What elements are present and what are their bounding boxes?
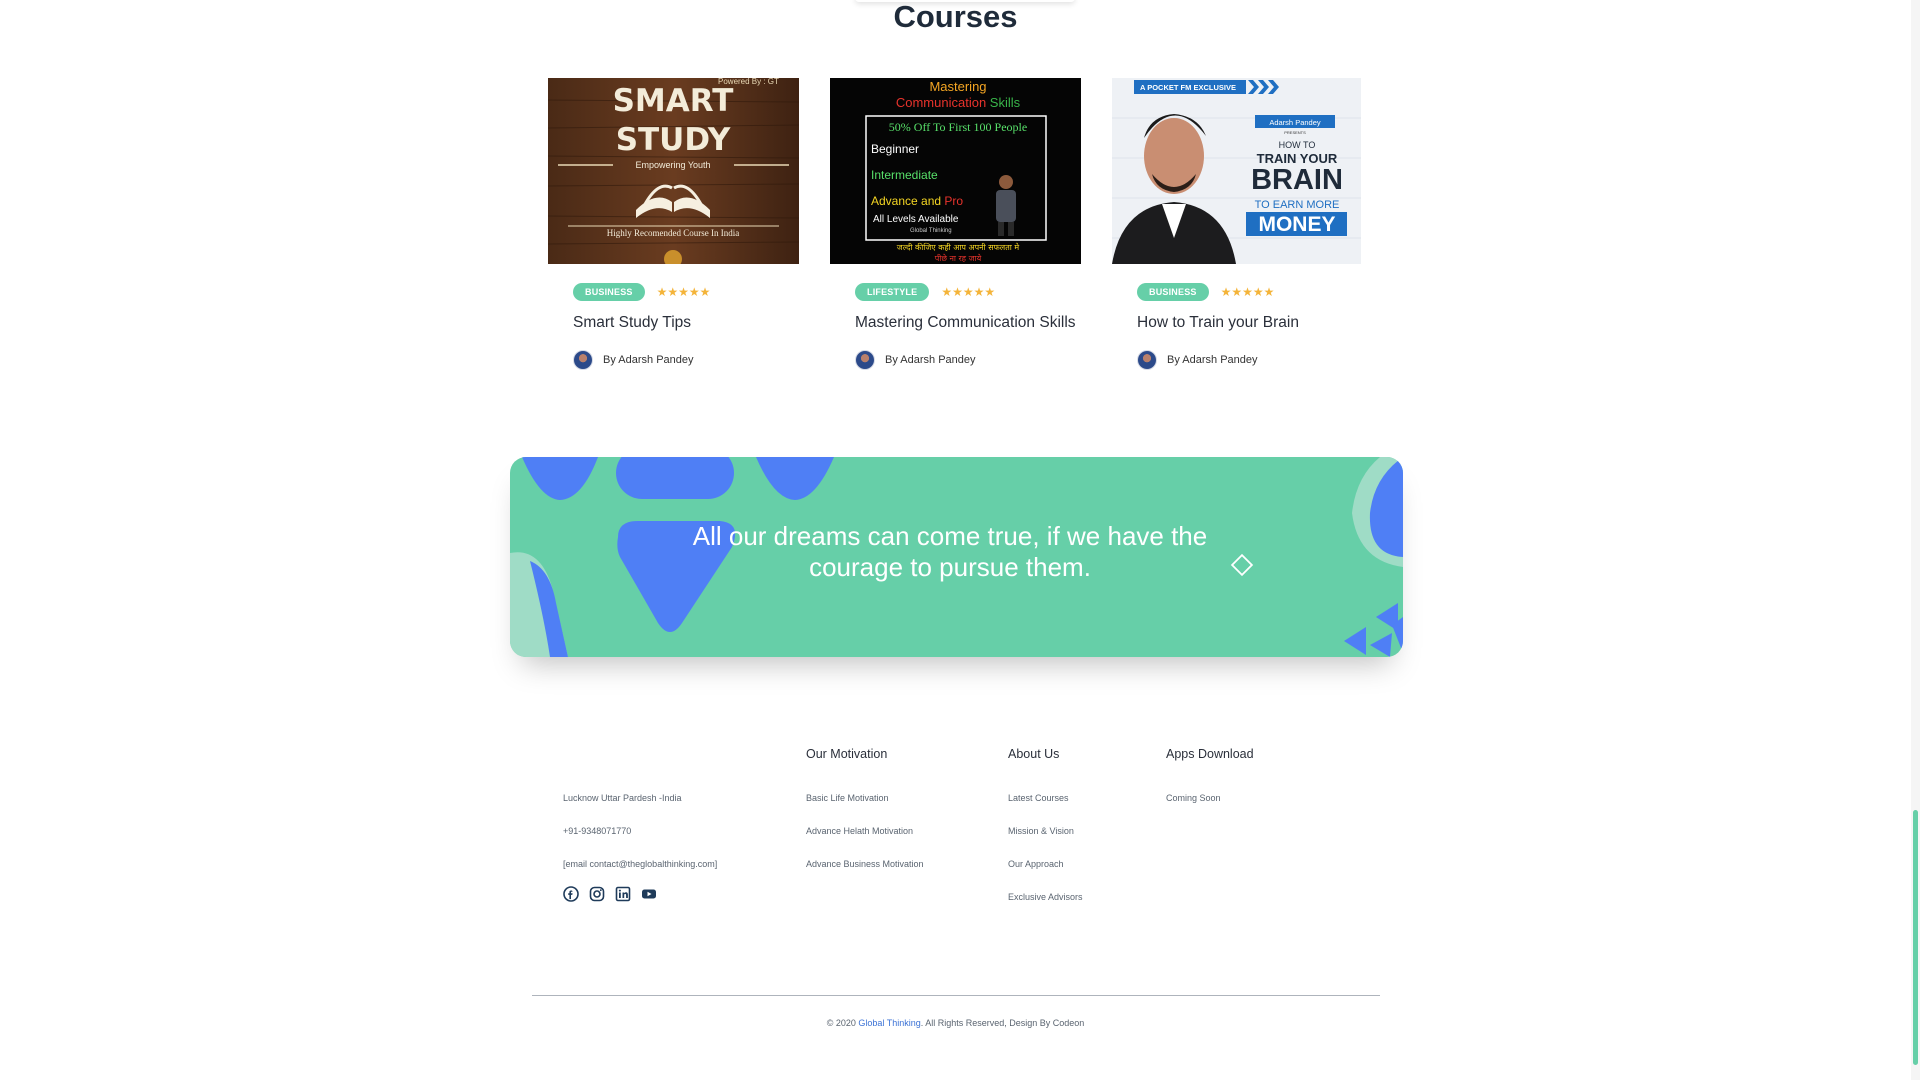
thumb-exclusive: A POCKET FM EXCLUSIVE [1140, 83, 1236, 92]
thumb-level-4: All Levels Available [873, 214, 959, 225]
social-links [563, 886, 717, 902]
thumb-level-2: Intermediate [871, 168, 938, 182]
course-title[interactable]: How to Train your Brain [1137, 314, 1299, 332]
course-author: By Adarsh Pandey [855, 350, 976, 370]
course-card[interactable]: A POCKET FM EXCLUSIVE Adarsh Pandey PRES… [1112, 78, 1364, 378]
footer-column-about: About Us Latest Courses Mission & Vision… [1008, 740, 1083, 914]
thumb-headline-1: SMART [613, 83, 734, 119]
footer-link[interactable]: Coming Soon [1166, 782, 1254, 815]
thumb-headline-2: STUDY [616, 122, 731, 158]
footer-link[interactable]: Mission & Vision [1008, 815, 1083, 848]
course-thumbnail-brain[interactable]: A POCKET FM EXCLUSIVE Adarsh Pandey PRES… [1112, 78, 1361, 264]
footer-divider [532, 995, 1380, 996]
svg-text:Communication Skills: Communication Skills [896, 95, 1021, 110]
thumb-level-3b: Pro [944, 194, 963, 208]
thumb-earn: TO EARN MORE [1255, 199, 1340, 211]
footer-phone[interactable]: +91-9348071770 [563, 815, 717, 848]
course-card[interactable]: Mastering Communication Skills 50% Off T… [830, 78, 1082, 378]
course-thumbnail-communication[interactable]: Mastering Communication Skills 50% Off T… [830, 78, 1081, 264]
footer-link[interactable]: Basic Life Motivation [806, 782, 924, 815]
course-title[interactable]: Smart Study Tips [573, 314, 691, 332]
thumb-head-1: Mastering [929, 79, 986, 94]
footer-link[interactable]: Our Approach [1008, 848, 1083, 881]
avatar [573, 350, 593, 370]
footer-link[interactable]: Latest Courses [1008, 782, 1083, 815]
thumb-brain: BRAIN [1251, 164, 1343, 196]
footer-address: Lucknow Uttar Pardesh -India [563, 793, 682, 803]
thumb-level-1: Beginner [871, 142, 919, 156]
instagram-icon[interactable] [589, 886, 605, 902]
rating-stars: ★★★★★ [656, 285, 711, 299]
course-thumbnail-smart-study[interactable]: Powered By : GT SMART STUDY Empowering Y… [548, 78, 799, 264]
footer-heading: Apps Download [1166, 747, 1254, 761]
avatar [855, 350, 875, 370]
footer-contact: Lucknow Uttar Pardesh -India +91-9348071… [563, 782, 717, 902]
section-title: Courses [893, 0, 1018, 34]
author-name: By Adarsh Pandey [1167, 354, 1258, 366]
author-name: By Adarsh Pandey [885, 354, 976, 366]
thumb-howto: HOW TO [1279, 140, 1316, 150]
copyright: © 2020 Global Thinking. All Rights Reser… [0, 1018, 1911, 1028]
footer-link[interactable]: Advance Business Motivation [806, 848, 924, 881]
footer: Lucknow Uttar Pardesh -India +91-9348071… [0, 740, 1920, 1060]
copyright-suffix: . All Rights Reserved, Design By Codeon [920, 1018, 1085, 1028]
linkedin-icon[interactable] [615, 886, 631, 902]
course-author: By Adarsh Pandey [1137, 350, 1258, 370]
facebook-icon[interactable] [563, 886, 579, 902]
thumb-name: Adarsh Pandey [1269, 118, 1321, 127]
footer-column-motivation: Our Motivation Basic Life Motivation Adv… [806, 740, 924, 881]
thumb-level-3a: Advance and [871, 194, 944, 208]
quote-banner: All our dreams can come true, if we have… [510, 457, 1403, 657]
rating-stars: ★★★★★ [1220, 285, 1275, 299]
svg-text:Advance and Pro: Advance and Pro [871, 194, 963, 208]
footer-link[interactable]: Exclusive Advisors [1008, 881, 1083, 914]
footer-heading: Our Motivation [806, 747, 888, 761]
thumb-footer-text: Highly Recomended Course In India [607, 228, 739, 238]
youtube-icon[interactable] [641, 886, 657, 902]
footer-column-apps: Apps Download Coming Soon [1166, 740, 1254, 815]
course-title[interactable]: Mastering Communication Skills [855, 314, 1076, 332]
category-badge[interactable]: BUSINESS [1137, 283, 1209, 301]
category-badge[interactable]: LIFESTYLE [855, 283, 930, 301]
footer-link[interactable]: Advance Helath Motivation [806, 815, 924, 848]
thumb-presents: PRESENTS [1284, 130, 1306, 135]
thumb-offer: 50% Off To First 100 People [889, 120, 1027, 134]
avatar [1137, 350, 1157, 370]
category-badge[interactable]: BUSINESS [573, 283, 645, 301]
thumb-money: MONEY [1258, 213, 1335, 236]
thumb-hindi-1: जल्दी कीजिए कही आप अपनी सफलता मे [897, 242, 1020, 252]
copyright-prefix: © 2020 [826, 1018, 859, 1028]
footer-email[interactable]: [email contact@theglobalthinking.com] [563, 848, 717, 881]
scrollbar-thumb[interactable] [1913, 810, 1918, 1065]
rating-stars: ★★★★★ [941, 285, 996, 299]
author-name: By Adarsh Pandey [603, 354, 694, 366]
thumb-tagline: Empowering Youth [635, 160, 710, 170]
course-list: Powered By : GT SMART STUDY Empowering Y… [548, 78, 1368, 398]
thumb-brand: Global Thinking [910, 228, 952, 234]
thumb-head-2b: Skills [990, 95, 1021, 110]
footer-heading: About Us [1008, 747, 1060, 761]
quote-text: All our dreams can come true, if we have… [692, 521, 1208, 582]
course-card[interactable]: Powered By : GT SMART STUDY Empowering Y… [548, 78, 800, 378]
thumb-hindi-2: पीछे ना रह जाये [935, 253, 982, 263]
thumb-head-2a: Communication [896, 95, 990, 110]
brand-link[interactable]: Global Thinking [858, 1018, 920, 1028]
course-author: By Adarsh Pandey [573, 350, 694, 370]
